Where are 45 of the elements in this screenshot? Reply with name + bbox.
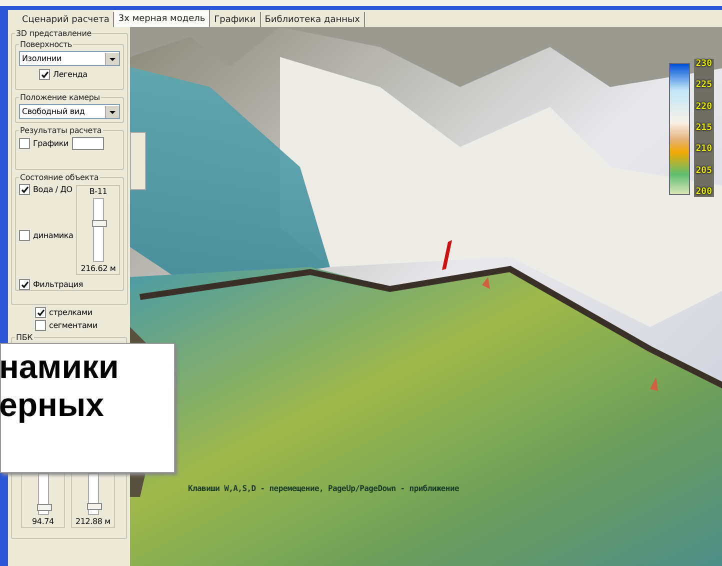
- checkbox[interactable]: [19, 279, 30, 290]
- slider-reading: 216.62 м: [80, 264, 116, 273]
- slider-label: В-11: [89, 187, 108, 196]
- panel-handle[interactable]: [130, 132, 146, 190]
- caret-icon: [105, 52, 120, 64]
- checkbox-label: стрелками: [49, 308, 92, 317]
- hint-text: Клавиши W,A,S,D - перемещение, PageUp/PageDown - приближение: [188, 484, 459, 493]
- group-title: 3D представление: [15, 29, 92, 38]
- slider-thumb[interactable]: [36, 504, 52, 511]
- scale-label: 225: [696, 80, 712, 90]
- overlay-text: ерных: [0, 386, 104, 424]
- overlay-text: намики: [0, 348, 119, 386]
- checkbox[interactable]: [19, 138, 30, 149]
- group-title: Состояние объекта: [19, 173, 100, 182]
- checkbox-label: Фильтрация: [33, 280, 84, 289]
- checkbox-label: Легенда: [53, 70, 88, 79]
- input-field[interactable]: [72, 137, 104, 150]
- scale-label: 200: [696, 186, 712, 197]
- group-title: ПБК: [15, 333, 34, 342]
- checkbox-label: Графики: [33, 139, 69, 148]
- slider-reading: 212.88 м: [76, 517, 110, 526]
- caret-icon: [105, 106, 120, 118]
- checkbox-label: Вода / ДО: [33, 185, 72, 194]
- checkbox[interactable]: [19, 230, 30, 241]
- checkbox[interactable]: [19, 184, 30, 195]
- checkbox[interactable]: [35, 307, 46, 318]
- slider-reading: 94.74: [32, 517, 54, 526]
- slider-thumb[interactable]: [92, 220, 107, 227]
- slider-thumb[interactable]: [86, 503, 102, 510]
- group-title: Поверхность: [19, 40, 74, 49]
- checkbox-label: сегментами: [49, 321, 98, 330]
- checkbox[interactable]: [39, 69, 50, 80]
- group-title: Результаты расчета: [19, 126, 103, 135]
- checkbox[interactable]: [35, 320, 46, 331]
- scale-label: 210: [696, 144, 712, 154]
- dropdown[interactable]: Изолинии: [19, 51, 120, 66]
- tab[interactable]: Библиотека данных: [260, 12, 365, 27]
- group-title: Положение камеры: [19, 93, 101, 102]
- checkbox-label: динамика: [33, 231, 74, 240]
- scale-label: 220: [696, 102, 712, 112]
- dropdown[interactable]: Свободный вид: [19, 104, 120, 119]
- scale-label: 205: [696, 166, 712, 176]
- scale-label: 215: [696, 122, 712, 133]
- scale-label: 230: [696, 59, 712, 69]
- tab[interactable]: 3х мерная модель: [114, 10, 210, 27]
